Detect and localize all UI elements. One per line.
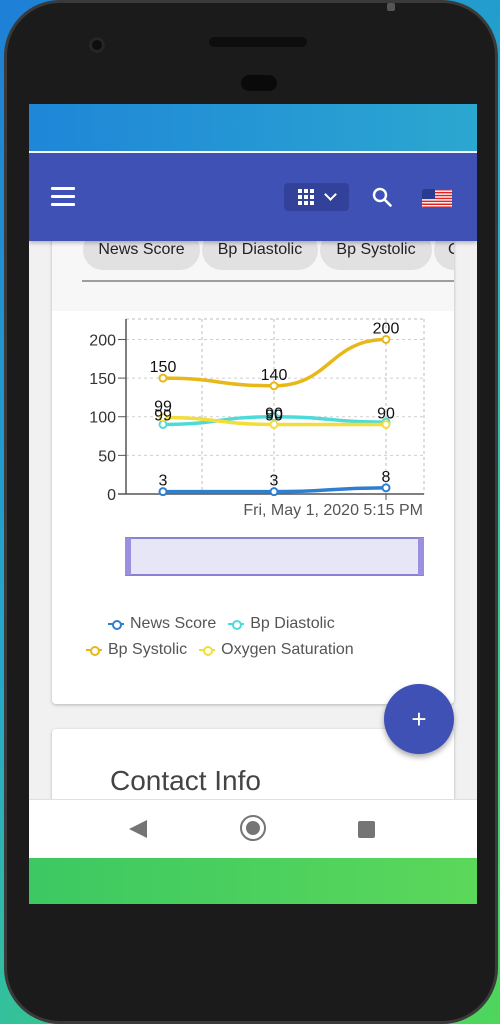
bottom-background xyxy=(29,858,477,904)
legend-marker-icon xyxy=(86,645,102,656)
chart-axes: 0 50 100 150 200 xyxy=(89,319,424,504)
chip-oxygen-saturation[interactable]: Oxyg xyxy=(434,241,454,270)
search-icon[interactable] xyxy=(372,187,392,207)
legend-marker-icon xyxy=(108,619,124,630)
add-fab-button[interactable]: + xyxy=(384,684,454,754)
legend-row-1: News Score Bp Diastolic xyxy=(108,615,335,633)
chip-bp-systolic[interactable]: Bp Systolic xyxy=(320,241,432,270)
front-camera xyxy=(89,37,105,53)
earpiece-speaker xyxy=(209,37,307,47)
chevron-down-icon xyxy=(324,188,337,201)
legend-row-2: Bp Systolic Oxygen Saturation xyxy=(86,641,354,659)
data-label-overlap: 90 xyxy=(265,408,283,425)
system-nav-bar xyxy=(29,799,477,859)
back-icon[interactable] xyxy=(129,820,147,838)
y-tick-label: 150 xyxy=(89,371,116,388)
data-label-overlap: 99 xyxy=(154,408,172,425)
chip-bp-diastolic[interactable]: Bp Diastolic xyxy=(202,241,318,270)
data-label: 3 xyxy=(159,473,168,490)
chip-strip-divider xyxy=(82,280,454,282)
contact-info-title: Contact Info xyxy=(110,765,261,796)
grid-icon xyxy=(298,189,314,205)
legend-label: Bp Systolic xyxy=(108,641,188,658)
data-label: 3 xyxy=(270,473,279,490)
y-tick-label: 100 xyxy=(89,410,116,427)
chip-news-score[interactable]: News Score xyxy=(83,241,200,270)
data-label: 140 xyxy=(261,367,288,384)
range-handle-right[interactable] xyxy=(418,538,424,575)
legend-marker-icon xyxy=(199,645,216,656)
data-label: 200 xyxy=(373,320,400,337)
legend-item-bp-systolic[interactable]: Bp Systolic xyxy=(86,641,187,659)
proximity-sensor xyxy=(241,75,277,91)
view-mode-selector[interactable] xyxy=(284,183,349,211)
app-bar xyxy=(29,153,477,241)
chart-data-labels: 99 90 90150 1402003 3 899 90 xyxy=(150,320,400,489)
data-label: 150 xyxy=(150,359,177,376)
range-slider[interactable] xyxy=(125,537,424,576)
vitals-chart-card: News Score Bp Diastolic Bp Systolic Oxyg… xyxy=(52,241,454,704)
range-handle-left[interactable] xyxy=(125,538,131,575)
legend-label: Oxygen Saturation xyxy=(221,641,354,658)
x-axis-label: Fri, May 1, 2020 5:15 PM xyxy=(243,502,423,519)
us-flag-icon[interactable] xyxy=(422,189,452,208)
y-tick-label: 200 xyxy=(89,332,116,349)
hamburger-menu-icon[interactable] xyxy=(51,187,75,207)
data-label: 8 xyxy=(382,469,391,486)
device-screen: News Score Bp Diastolic Bp Systolic Oxyg… xyxy=(29,104,477,904)
legend-label: Bp Diastolic xyxy=(250,615,335,632)
vitals-line-chart: 050100150200 99 90 90150 1402003 3 899 90 Fri,… xyxy=(89,318,425,576)
legend-item-oxygen-saturation[interactable]: Oxygen Saturation xyxy=(199,641,354,659)
legend-marker-icon xyxy=(228,619,245,630)
y-tick-label: 50 xyxy=(98,448,116,465)
home-icon[interactable] xyxy=(240,815,266,841)
legend-item-news-score[interactable]: News Score xyxy=(108,615,216,633)
legend-label: News Score xyxy=(130,615,217,632)
legend-item-bp-diastolic[interactable]: Bp Diastolic xyxy=(228,615,335,633)
power-button xyxy=(387,3,395,11)
status-bar xyxy=(29,104,477,151)
y-tick-label: 0 xyxy=(107,487,116,504)
data-label: 90 xyxy=(377,405,395,422)
vitals-chip-strip[interactable]: News Score Bp Diastolic Bp Systolic Oxyg xyxy=(52,241,454,311)
recent-apps-icon[interactable] xyxy=(358,821,375,838)
